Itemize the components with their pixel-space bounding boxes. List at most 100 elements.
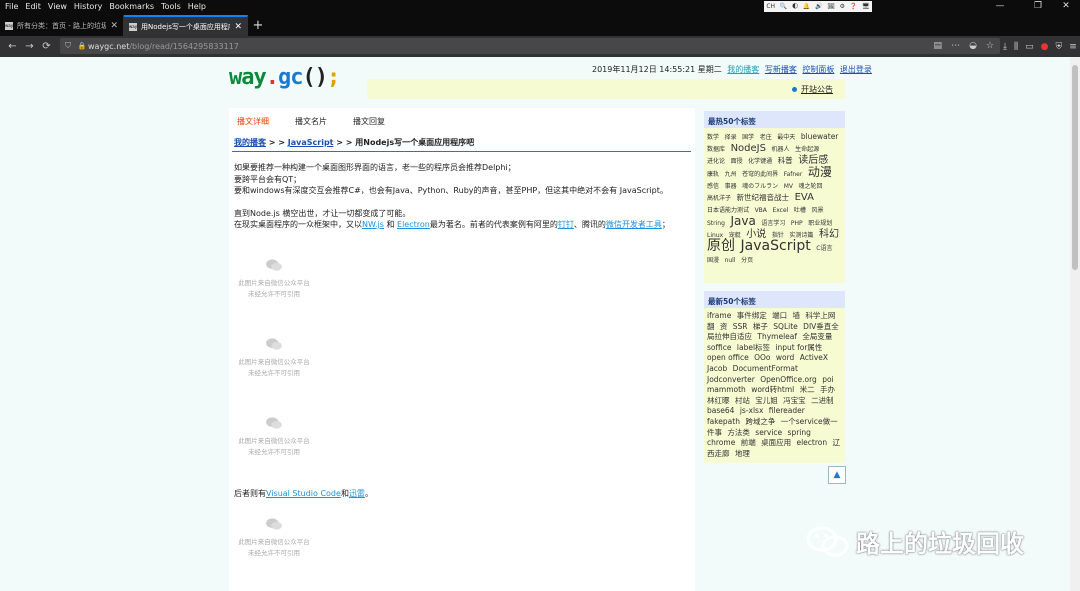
new-tag[interactable]: fakepath bbox=[707, 417, 740, 426]
new-tag[interactable]: 桌面应用 bbox=[761, 438, 791, 447]
new-tag[interactable]: 冯宝宝 bbox=[783, 396, 806, 405]
back-icon[interactable]: ← bbox=[4, 41, 21, 52]
hot-tag[interactable]: 机器人 bbox=[772, 146, 790, 153]
hot-tag[interactable]: 面授 bbox=[731, 158, 743, 165]
hot-tag[interactable]: 数据库 bbox=[707, 146, 725, 153]
search-icon[interactable]: 🔍 bbox=[780, 3, 787, 10]
new-tag[interactable]: input for属性 bbox=[775, 343, 822, 352]
hot-tag[interactable]: 吐槽 bbox=[794, 207, 806, 214]
notice-link[interactable]: 开站公告 bbox=[792, 84, 833, 95]
hot-tag[interactable]: 进化论 bbox=[707, 158, 725, 165]
link-control-panel[interactable]: 控制面板 bbox=[802, 65, 834, 74]
breadcrumb-home[interactable]: 我的播客 bbox=[234, 138, 266, 147]
hot-tag[interactable]: 九州 bbox=[725, 171, 737, 178]
library-icon[interactable]: ⫼ bbox=[1014, 42, 1018, 52]
new-tag[interactable]: 宝儿姐 bbox=[755, 396, 778, 405]
hot-tag[interactable]: Java bbox=[730, 214, 755, 228]
menu-edit[interactable]: Edit bbox=[25, 2, 41, 11]
link-electron[interactable]: Electron bbox=[397, 220, 430, 229]
new-tag[interactable]: word bbox=[776, 353, 794, 362]
new-tag[interactable]: 端口 bbox=[772, 311, 787, 320]
hot-tag[interactable]: Fafner bbox=[784, 171, 803, 178]
new-tag[interactable]: Jacob bbox=[707, 364, 727, 373]
gear-icon[interactable]: ⚙ bbox=[840, 3, 845, 10]
new-tag[interactable]: word转html bbox=[751, 385, 794, 394]
hot-tag[interactable]: 原创 bbox=[707, 238, 735, 254]
breadcrumb-category[interactable]: JavaScript bbox=[288, 138, 334, 147]
shield-extension-icon[interactable]: ⛨ bbox=[1056, 42, 1063, 52]
new-tag[interactable]: poi bbox=[822, 375, 833, 384]
browser-tab[interactable]: way 所有分类：首页 - 路上的垃圾回 ✕ bbox=[0, 15, 124, 36]
page-actions-icon[interactable]: ⋯ bbox=[951, 41, 960, 51]
hot-tag[interactable]: C语言 bbox=[816, 245, 832, 252]
hot-tag[interactable]: 感信 bbox=[707, 183, 719, 190]
menu-file[interactable]: File bbox=[5, 2, 18, 11]
new-tag[interactable]: 资 bbox=[720, 322, 728, 331]
hot-tag[interactable]: EVA bbox=[795, 192, 814, 203]
new-tab-button[interactable]: + bbox=[248, 15, 268, 36]
link-my-blog[interactable]: 我的播客 bbox=[727, 65, 759, 74]
hot-tag[interactable]: 魂のフルラン bbox=[742, 183, 778, 190]
new-tag[interactable]: 跨域之争 bbox=[745, 417, 775, 426]
monitor-icon[interactable]: 🖥 bbox=[862, 3, 870, 10]
help-icon[interactable]: ❓ bbox=[850, 3, 857, 10]
new-tag[interactable]: iframe bbox=[707, 311, 731, 320]
hot-tag[interactable]: 最中天 bbox=[777, 134, 795, 141]
new-tag[interactable]: 林红曝 bbox=[707, 396, 730, 405]
link-nwjs[interactable]: NW.js bbox=[362, 220, 384, 229]
hot-tag[interactable]: null bbox=[725, 257, 736, 264]
new-tag[interactable]: SSR bbox=[733, 322, 748, 331]
hot-tag[interactable]: 新世纪福音战士 bbox=[737, 193, 790, 202]
hot-tag[interactable]: 动漫 bbox=[808, 165, 832, 179]
hot-tag[interactable]: MV bbox=[784, 183, 793, 190]
hot-tag[interactable]: 数学 bbox=[707, 134, 719, 141]
new-tag[interactable]: 翻 bbox=[707, 322, 715, 331]
menu-icon[interactable]: ≡ bbox=[1069, 42, 1077, 52]
new-tag[interactable]: 全局变量 bbox=[802, 332, 832, 341]
menu-bookmarks[interactable]: Bookmarks bbox=[109, 2, 154, 11]
new-tag[interactable]: Thymeleaf bbox=[757, 332, 797, 341]
close-tab-icon[interactable]: ✕ bbox=[110, 21, 118, 31]
tab-post-replies[interactable]: 播文回复 bbox=[345, 114, 393, 129]
site-logo[interactable]: way.gc(); bbox=[229, 65, 340, 90]
moon-icon[interactable]: 🌓 bbox=[792, 3, 798, 10]
image-icon[interactable]: 🖼 bbox=[827, 3, 835, 10]
shield-icon[interactable]: ⛉ bbox=[60, 41, 76, 51]
minimize-button[interactable]: — bbox=[986, 0, 1014, 13]
hot-tag[interactable]: JavaScript bbox=[741, 238, 811, 254]
bookmark-star-icon[interactable]: ☆ bbox=[986, 41, 994, 51]
new-tag[interactable]: 地理 bbox=[735, 449, 750, 458]
hot-tag[interactable]: 科普 bbox=[778, 156, 793, 165]
menu-history[interactable]: History bbox=[74, 2, 102, 11]
new-tag[interactable]: soffice bbox=[707, 343, 732, 352]
new-tag[interactable]: ActiveX bbox=[800, 353, 828, 362]
restore-button[interactable]: ❐ bbox=[1024, 0, 1052, 13]
hot-tag[interactable]: 语言学习 bbox=[761, 220, 785, 227]
sidebar-icon[interactable]: ▭ bbox=[1025, 42, 1034, 52]
new-tag[interactable]: label标签 bbox=[737, 343, 770, 352]
new-tag[interactable]: spring bbox=[788, 428, 811, 437]
hot-tag[interactable]: 高机洋子 bbox=[707, 195, 731, 202]
close-window-button[interactable]: ✕ bbox=[1052, 0, 1080, 13]
hot-tag[interactable]: 生命起源 bbox=[795, 146, 819, 153]
new-tag[interactable]: service bbox=[755, 428, 782, 437]
pocket-icon[interactable]: ◒ bbox=[969, 41, 977, 51]
link-wechat-devtools[interactable]: 微信开发者工具 bbox=[606, 220, 662, 229]
hot-tag[interactable]: 风景 bbox=[811, 207, 823, 214]
link-vscode[interactable]: Visual Studio Code bbox=[266, 489, 341, 498]
back-to-top-button[interactable]: ▲ bbox=[828, 466, 846, 484]
hot-tag[interactable]: String bbox=[707, 220, 725, 227]
new-tag[interactable]: 手办 bbox=[820, 385, 835, 394]
tab-post-card[interactable]: 播文名片 bbox=[287, 114, 335, 129]
url-text[interactable]: waygc.net/blog/read/1564295833117 bbox=[88, 42, 1000, 51]
link-new-post[interactable]: 写新播客 bbox=[765, 65, 797, 74]
hot-tag[interactable]: 魂之轮回 bbox=[799, 183, 823, 190]
reader-view-icon[interactable]: ▤ bbox=[934, 41, 943, 51]
hot-tag[interactable]: 择录 bbox=[725, 134, 737, 141]
new-tag[interactable]: 方法类 bbox=[727, 428, 750, 437]
hot-tag[interactable]: 科幻 bbox=[819, 229, 839, 240]
new-tag[interactable]: open office bbox=[707, 353, 749, 362]
link-dingtalk[interactable]: 钉钉 bbox=[558, 220, 574, 229]
new-tag[interactable]: 梯子 bbox=[753, 322, 768, 331]
link-logout[interactable]: 退出登录 bbox=[840, 65, 872, 74]
